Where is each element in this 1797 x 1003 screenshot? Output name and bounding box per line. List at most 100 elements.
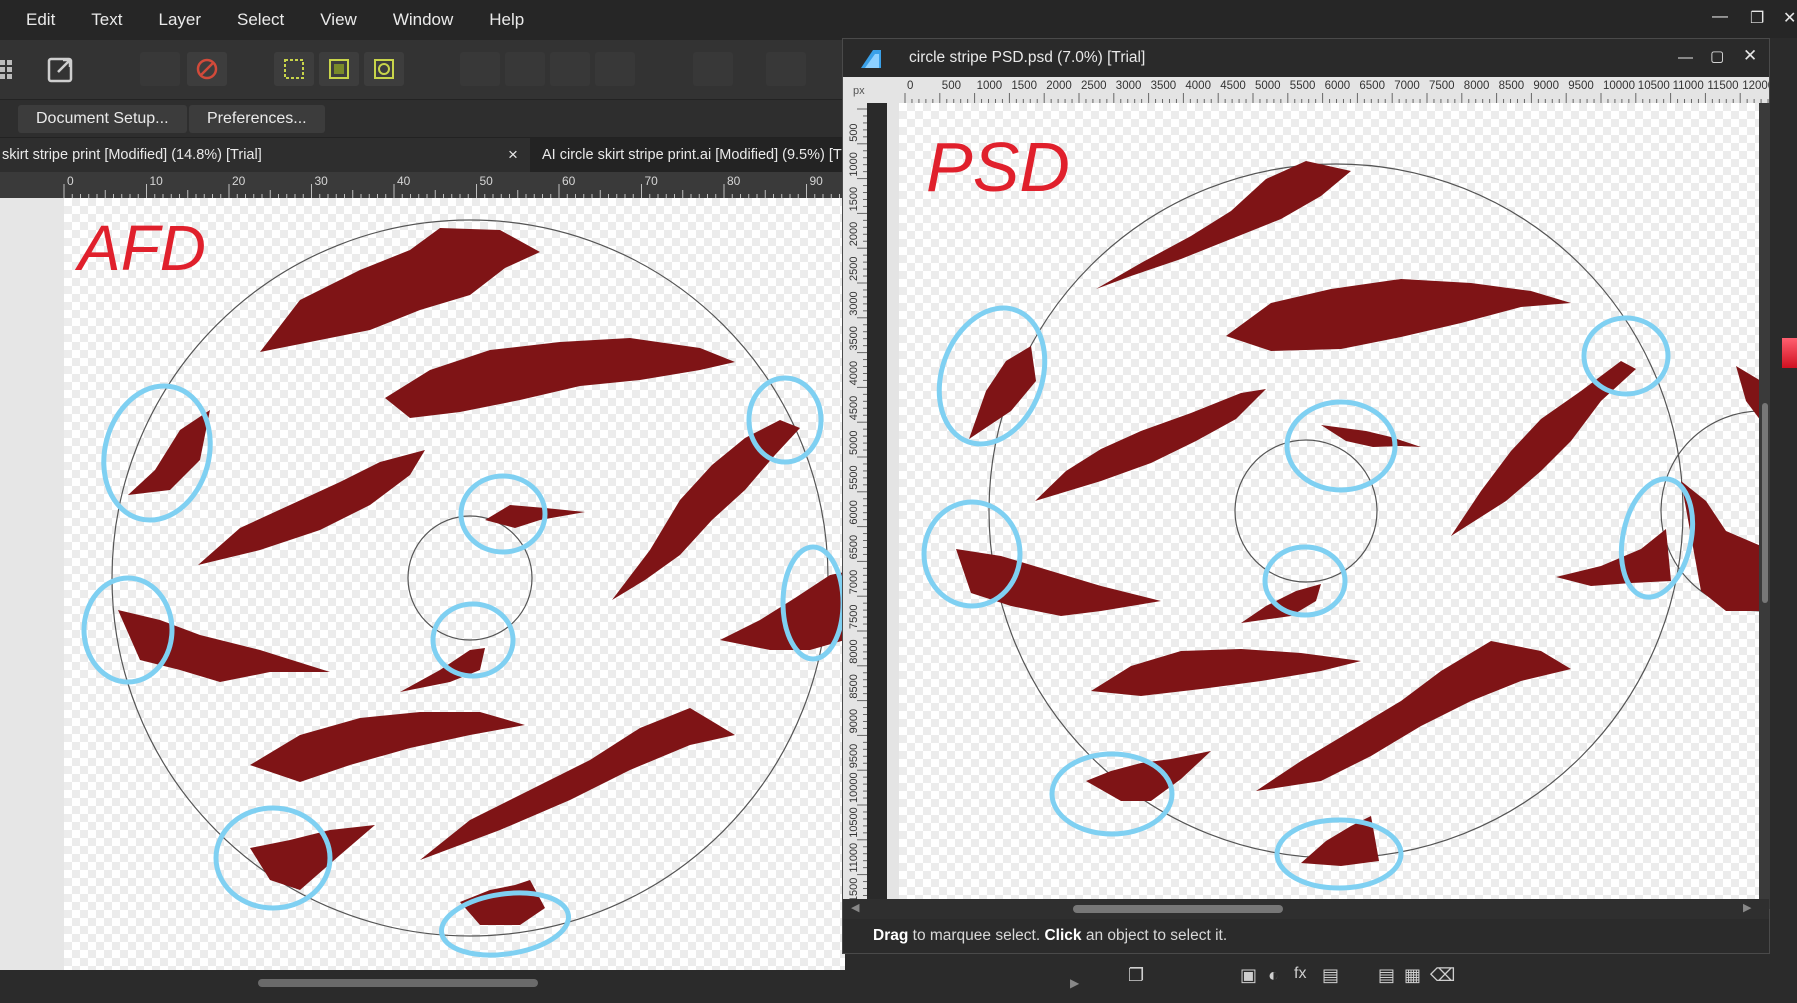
menu-layer[interactable]: Layer <box>140 0 219 40</box>
tab-label: skirt stripe print [Modified] (14.8%) [T… <box>2 147 262 163</box>
toolbar-button-g[interactable] <box>766 52 806 86</box>
psd-canvas[interactable]: PSD <box>899 103 1761 909</box>
fx-icon[interactable]: fx <box>1294 965 1306 983</box>
stripe <box>1035 389 1266 501</box>
ruler-label: 12000 <box>1742 80 1769 92</box>
stripe <box>1091 649 1361 696</box>
mask-icon[interactable]: ▣ <box>1240 965 1257 986</box>
minimize-icon[interactable]: — <box>1712 8 1728 26</box>
close-icon[interactable]: ✕ <box>1743 46 1757 66</box>
toolbar-button-e[interactable] <box>595 52 635 86</box>
ruler-label: 7000 <box>1394 80 1420 92</box>
ruler-label: 4000 <box>848 361 860 385</box>
main-toolbar <box>0 40 845 100</box>
status-text-1: to marquee select. <box>908 927 1045 944</box>
layers-icon[interactable]: ❐ <box>1128 965 1144 986</box>
menu-window[interactable]: Window <box>375 0 471 40</box>
left-canvas[interactable]: AFD <box>0 198 845 970</box>
psd-horizontal-ruler: 0 500 1000 1500 2000 2500 3000 3500 4000 4500 5000… <box>899 77 1769 103</box>
scroll-right-icon[interactable]: ▶ <box>1070 976 1079 990</box>
menu-edit[interactable]: Edit <box>0 0 73 40</box>
stripe <box>485 505 585 528</box>
right-panel-strip <box>1770 38 1797 954</box>
select-object-icon[interactable] <box>364 52 404 86</box>
artwork-psd: PSD <box>921 128 1761 891</box>
ruler-label: 10500 <box>1638 80 1670 92</box>
psd-window-titlebar[interactable]: circle stripe PSD.psd (7.0%) [Trial] — ▢… <box>843 39 1769 77</box>
stripe <box>198 450 425 565</box>
ruler-label: 2500 <box>848 257 860 281</box>
toolbar-button-c[interactable] <box>505 52 545 86</box>
minimize-icon[interactable]: — <box>1678 49 1693 66</box>
grid-handle-icon[interactable] <box>0 60 14 80</box>
psd-label: PSD <box>926 128 1070 206</box>
status-drag: Drag <box>873 927 909 944</box>
adjustment-icon[interactable]: ◐ <box>1268 965 1279 986</box>
afd-label: AFD <box>74 212 206 284</box>
ruler-label: 30 <box>315 174 329 188</box>
horizontal-scrollbar[interactable]: ▶ <box>0 970 1100 996</box>
live-filter-icon[interactable]: ▤ <box>1322 965 1339 986</box>
color-swatch[interactable] <box>1782 338 1797 368</box>
ruler-label: 7000 <box>848 570 860 594</box>
ruler-label: 5000 <box>848 431 860 455</box>
menu-view[interactable]: View <box>302 0 375 40</box>
scroll-thumb[interactable] <box>258 979 538 987</box>
ruler-label: 3000 <box>1116 80 1142 92</box>
ruler-label: 60 <box>562 174 576 188</box>
ruler-label: 0 <box>907 80 913 92</box>
menu-text[interactable]: Text <box>73 0 140 40</box>
toolbar-button-b[interactable] <box>460 52 500 86</box>
trash-icon[interactable]: ⌫ <box>1430 965 1455 986</box>
stripe <box>1086 751 1211 801</box>
ruler-label: 4500 <box>848 396 860 420</box>
select-frame-icon[interactable] <box>319 52 359 86</box>
ruler-label: 5500 <box>848 465 860 489</box>
ruler-label: 11500 <box>1707 80 1738 92</box>
ruler-label: 4500 <box>1220 80 1246 92</box>
stripe <box>1096 161 1351 289</box>
tab-ai-circle-skirt[interactable]: AI circle skirt stripe print.ai [Modifie… <box>530 138 845 172</box>
document-setup-button[interactable]: Document Setup... <box>18 105 187 133</box>
scroll-left-icon[interactable]: ◀ <box>851 901 859 914</box>
preferences-button[interactable]: Preferences... <box>189 105 325 133</box>
add-layer-icon[interactable]: ▤ <box>1378 965 1395 986</box>
tab-skirt-stripe-print[interactable]: skirt stripe print [Modified] (14.8%) [T… <box>0 138 530 172</box>
stripe <box>969 346 1036 439</box>
menu-help[interactable]: Help <box>471 0 542 40</box>
psd-document-window: circle stripe PSD.psd (7.0%) [Trial] — ▢… <box>842 38 1771 954</box>
status-text-2: an object to select it. <box>1081 927 1228 944</box>
ruler-label: 7500 <box>1429 80 1455 92</box>
context-toolbar: Document Setup... Preferences... <box>0 100 845 138</box>
ruler-label: 8000 <box>848 639 860 663</box>
psd-vertical-ruler: 500 1000 1500 2000 2500 3000 3500 4000 4500 5000 5… <box>843 103 899 909</box>
scroll-thumb[interactable] <box>1073 905 1283 913</box>
select-bounds-icon[interactable] <box>274 52 314 86</box>
tab-close-icon[interactable]: × <box>508 138 518 172</box>
ruler-label: 0 <box>67 174 74 188</box>
stripe <box>385 338 735 418</box>
ruler-label: 10 <box>150 174 164 188</box>
menu-select[interactable]: Select <box>219 0 302 40</box>
scroll-right-icon[interactable]: ▶ <box>1743 901 1751 914</box>
stripe <box>1321 425 1421 447</box>
ruler-label: 9500 <box>1568 80 1594 92</box>
stripe <box>1451 361 1636 536</box>
maximize-icon[interactable]: ▢ <box>1710 47 1724 65</box>
group-icon[interactable]: ▦ <box>1404 965 1421 986</box>
bottom-panel-bar: ❐ ▣ ◐ fx ▤ ▤ ▦ ⌫ <box>1100 955 1797 1003</box>
psd-horizontal-scrollbar[interactable]: ◀ ▶ <box>843 899 1769 919</box>
ruler-label: 10500 <box>848 807 860 838</box>
snapping-icon[interactable] <box>187 52 227 86</box>
toolbar-button-d[interactable] <box>550 52 590 86</box>
export-persona-icon[interactable] <box>46 54 76 89</box>
restore-icon[interactable]: ❐ <box>1750 8 1764 28</box>
toolbar-button-f[interactable] <box>693 52 733 86</box>
toolbar-button-a[interactable] <box>140 52 180 86</box>
document-tab-bar: skirt stripe print [Modified] (14.8%) [T… <box>0 138 845 172</box>
close-icon[interactable]: ✕ <box>1783 8 1796 28</box>
scroll-thumb[interactable] <box>1762 403 1768 603</box>
ruler-label: 4000 <box>1185 80 1211 92</box>
stripe <box>612 420 800 600</box>
ruler-dark-band <box>867 103 887 909</box>
